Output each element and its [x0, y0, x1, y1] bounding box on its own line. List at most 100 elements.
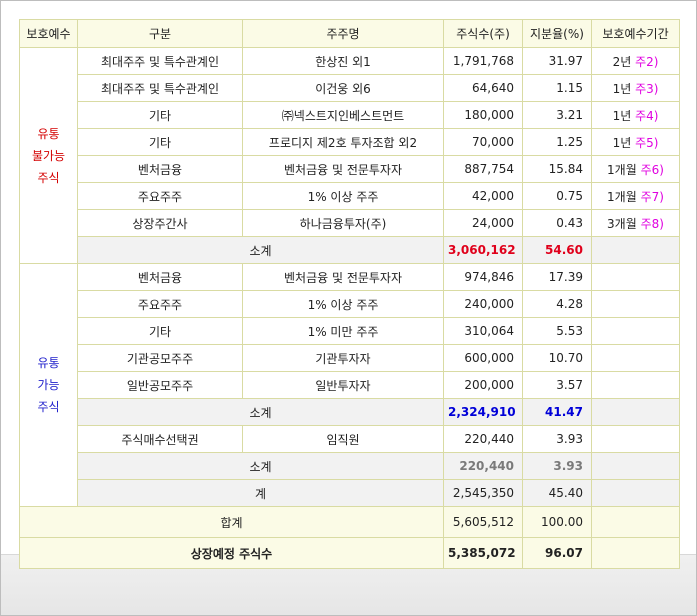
cell-holder: 임직원	[242, 425, 444, 453]
subtotal-shares: 3,060,162	[443, 236, 523, 264]
table-row: 주요주주 1% 이상 주주 42,000 0.75 1개월 주7)	[20, 182, 680, 210]
table-row: 기타 ㈜넥스트지인베스트먼트 180,000 3.21 1년 주4)	[20, 101, 680, 129]
period-text: 1년	[612, 135, 632, 150]
cell-period: 1개월 주6)	[591, 155, 680, 183]
total-row: 계 2,545,350 45.40	[20, 479, 680, 507]
group-label-line: 주식	[37, 170, 60, 185]
subtotal-shares: 220,440	[443, 452, 523, 480]
cell-holder: 일반투자자	[242, 371, 444, 399]
cell-category: 기타	[77, 101, 243, 129]
header-shares: 주식수(주)	[443, 19, 523, 48]
cell-period: 3개월 주8)	[591, 209, 680, 237]
table-row: 유통 불가능 주식 최대주주 및 특수관계인 한상진 외1 1,791,768 …	[19, 47, 680, 264]
cell-category: 최대주주 및 특수관계인	[77, 74, 243, 102]
table-row: 주요주주 1% 이상 주주 240,000 4.28	[20, 290, 680, 318]
footnote-link[interactable]: 주2)	[635, 55, 658, 69]
subtotal-row: 소계 3,060,162 54.60	[20, 236, 680, 264]
group-label-line: 유통	[37, 126, 60, 141]
footnote-link[interactable]: 주7)	[641, 190, 664, 204]
cell-shares: 310,064	[443, 317, 523, 345]
cell-ratio: 0.43	[522, 209, 592, 237]
cell-holder: 이건웅 외6	[242, 74, 444, 102]
header-row: 보호예수 구분 주주명 주식수(주) 지분율(%) 보호예수기간	[19, 19, 680, 48]
cell-holder: 벤처금융 및 전문투자자	[242, 155, 444, 183]
subtotal-period	[591, 236, 680, 264]
group-label-line: 주식	[37, 400, 60, 414]
cell-shares: 600,000	[443, 344, 523, 372]
cell-ratio: 17.39	[522, 263, 592, 291]
table-row: 기관공모주주 기관투자자 600,000 10.70	[20, 344, 680, 372]
cell-ratio: 4.28	[522, 290, 592, 318]
header-lockup: 보호예수	[19, 19, 78, 48]
cell-ratio: 3.21	[522, 101, 592, 129]
period-text: 3개월	[607, 216, 637, 231]
table-row: 주식매수선택권 임직원 220,440 3.93	[20, 425, 680, 453]
cell-holder: 1% 미만 주주	[242, 317, 444, 345]
cell-category: 일반공모주주	[77, 371, 243, 399]
cell-ratio: 10.70	[522, 344, 592, 372]
header-category: 구분	[77, 19, 243, 48]
footnote-link[interactable]: 주5)	[635, 136, 658, 150]
grand-total-ratio: 100.00	[522, 506, 592, 538]
cell-period	[591, 371, 680, 399]
cell-shares: 64,640	[443, 74, 523, 102]
group-label-non-tradable: 유통 불가능 주식	[19, 47, 78, 264]
group-label-tradable: 유통 가능 주식	[19, 263, 78, 507]
cell-period	[591, 317, 680, 345]
total-ratio: 45.40	[522, 479, 592, 507]
cell-period	[591, 425, 680, 453]
cell-shares: 887,754	[443, 155, 523, 183]
header-holder: 주주명	[242, 19, 444, 48]
period-text: 1년	[612, 108, 632, 123]
cell-ratio: 3.57	[522, 371, 592, 399]
cell-shares: 200,000	[443, 371, 523, 399]
cell-period	[591, 290, 680, 318]
footnote-link[interactable]: 주6)	[641, 163, 664, 177]
cell-period: 1년 주5)	[591, 128, 680, 156]
cell-shares: 1,791,768	[443, 47, 523, 75]
cell-holder: 벤처금융 및 전문투자자	[242, 263, 444, 291]
listing-planned-label: 상장예정 주식수	[19, 537, 444, 569]
listing-planned-shares: 5,385,072	[443, 537, 523, 569]
subtotal-row: 소계 220,440 3.93	[20, 452, 680, 480]
header-ratio: 지분율(%)	[522, 19, 592, 48]
cell-period: 1개월 주7)	[591, 182, 680, 210]
cell-ratio: 1.15	[522, 74, 592, 102]
group-label-line: 유통	[37, 356, 60, 370]
group-label-line: 가능	[37, 378, 60, 392]
footnote-link[interactable]: 주3)	[635, 82, 658, 96]
footnote-link[interactable]: 주8)	[641, 217, 664, 231]
subtotal-label: 소계	[77, 452, 444, 480]
cell-category: 벤처금융	[77, 155, 243, 183]
grand-total-row: 합계 5,605,512 100.00	[19, 506, 680, 538]
cell-ratio: 5.53	[522, 317, 592, 345]
table-row: 최대주주 및 특수관계인 이건웅 외6 64,640 1.15 1년 주3)	[20, 74, 680, 102]
cell-category: 벤처금융	[77, 263, 243, 291]
cell-period: 1년 주3)	[591, 74, 680, 102]
window-frame: 보호예수 구분 주주명 주식수(주) 지분율(%) 보호예수기간 유통 불가능 …	[0, 0, 697, 616]
cell-category: 주요주주	[77, 290, 243, 318]
table-row: 기타 프로디지 제2호 투자조합 외2 70,000 1.25 1년 주5)	[20, 128, 680, 156]
subtotal-period	[591, 398, 680, 426]
group-label-line: 불가능	[31, 148, 66, 163]
total-period	[591, 479, 680, 507]
cell-ratio: 3.93	[522, 425, 592, 453]
table-row: 일반공모주주 일반투자자 200,000 3.57	[20, 371, 680, 399]
subtotal-period	[591, 452, 680, 480]
cell-category: 기관공모주주	[77, 344, 243, 372]
period-text: 1년	[612, 81, 632, 96]
cell-shares: 42,000	[443, 182, 523, 210]
grand-total-label: 합계	[19, 506, 444, 538]
cell-ratio: 0.75	[522, 182, 592, 210]
total-label: 계	[77, 479, 444, 507]
cell-period	[591, 344, 680, 372]
cell-holder: 기관투자자	[242, 344, 444, 372]
cell-category: 기타	[77, 128, 243, 156]
subtotal-ratio: 3.93	[522, 452, 592, 480]
footnote-link[interactable]: 주4)	[635, 109, 658, 123]
cell-holder: 1% 이상 주주	[242, 290, 444, 318]
cell-shares: 24,000	[443, 209, 523, 237]
cell-shares: 974,846	[443, 263, 523, 291]
lockup-table: 보호예수 구분 주주명 주식수(주) 지분율(%) 보호예수기간 유통 불가능 …	[19, 19, 680, 569]
subtotal-ratio: 54.60	[522, 236, 592, 264]
